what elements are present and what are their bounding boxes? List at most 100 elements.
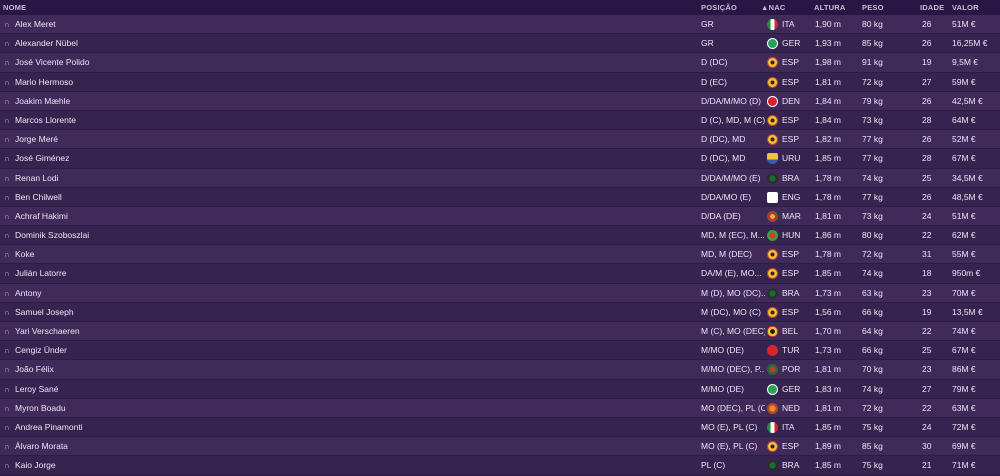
- player-age: 22: [922, 402, 932, 413]
- player-name[interactable]: João Félix: [15, 360, 315, 379]
- nationality-flag-icon: [767, 268, 778, 280]
- player-position: MO (E), PL (C): [701, 441, 758, 452]
- nationality-flag-icon: [767, 134, 778, 146]
- player-value: 16,25M €: [952, 38, 988, 49]
- player-age: 30: [922, 441, 932, 452]
- player-value: 74M €: [952, 326, 976, 336]
- table-row[interactable]: ∩ Koke MD, M (DEC) ESP 1,78 m 72 kg 31 55M €: [0, 245, 1000, 265]
- player-name[interactable]: Mario Hermoso: [15, 73, 315, 92]
- column-header-altura[interactable]: ALTURA: [814, 0, 845, 15]
- player-status-icon: ∩: [4, 20, 10, 29]
- player-value: 51M €: [952, 19, 976, 29]
- player-height: 1,73 m: [815, 345, 841, 356]
- table-row[interactable]: ∩ Alexander Nübel GR GER 1,93 m 85 kg 26 16,25M…: [0, 34, 1000, 54]
- column-header-posicao[interactable]: POSIÇÃO: [701, 0, 737, 15]
- player-name[interactable]: Julián Latorre: [15, 264, 315, 283]
- player-position: M/MO (DE): [701, 345, 744, 356]
- nationality-flag-icon: [767, 210, 778, 222]
- column-header-nac[interactable]: ▲NAC: [761, 0, 785, 15]
- table-row[interactable]: ∩ Joakim Mæhle D/DA/M/MO (D) DEN 1,84 m 79 kg…: [0, 91, 1000, 111]
- player-weight: 73 kg: [862, 114, 883, 125]
- table-row[interactable]: ∩ Myron Boadu MO (DEC), PL (C) NED 1,81 m 72 …: [0, 398, 1000, 418]
- nationality-flag-icon: [767, 326, 778, 337]
- player-name[interactable]: Cengiz Ünder: [15, 341, 315, 360]
- table-row[interactable]: ∩ Julián Latorre DA/M (E), MO... ESP 1,85 m7…: [0, 264, 1000, 284]
- player-name[interactable]: Kaio Jorge: [15, 456, 315, 475]
- column-header-nome[interactable]: NOME: [3, 0, 26, 15]
- nationality-flag-icon: [767, 345, 778, 357]
- nationality-flag-icon: [767, 287, 778, 299]
- player-weight: 85 kg: [862, 38, 883, 49]
- table-row[interactable]: ∩ Yari Verschaeren M (C), MO (DEC) BEL 1,70 …: [0, 322, 1000, 342]
- player-weight: 79 kg: [862, 95, 883, 106]
- table-row[interactable]: ∩ Álvaro Morata MO (E), PL (C) ESP 1,89 m 85 …: [0, 437, 1000, 457]
- column-header-peso[interactable]: PESO: [862, 0, 884, 15]
- column-header-idade[interactable]: IDADE: [920, 0, 944, 15]
- player-name[interactable]: Alexander Nübel: [15, 34, 315, 53]
- table-header: NOME POSIÇÃO ▲NAC ALTURA PESO IDADE VALO…: [0, 0, 1000, 15]
- player-name[interactable]: Yari Verschaeren: [15, 322, 315, 341]
- table-row[interactable]: ∩ Andrea Pinamonti MO (E), PL (C) ITA 1,85 m…: [0, 417, 1000, 438]
- player-name[interactable]: Renan Lodi: [15, 169, 315, 188]
- player-status-icon: ∩: [4, 211, 10, 221]
- player-name[interactable]: José Giménez: [15, 149, 315, 168]
- player-weight: 77 kg: [862, 153, 883, 164]
- player-height: 1,98 m: [815, 57, 841, 68]
- table-row[interactable]: ∩ Cengiz Ünder M/MO (DE) TUR 1,73 m 66 kg 25 67…: [0, 341, 1000, 361]
- table-row[interactable]: ∩ José Giménez D (DC), MD URU 1,85 m 77 kg 28 6…: [0, 149, 1000, 169]
- nationality-flag-icon: [767, 402, 778, 414]
- player-name[interactable]: Marcos Llorente: [15, 111, 315, 130]
- player-status-icon: ∩: [4, 39, 10, 49]
- player-weight: 66 kg: [862, 345, 883, 356]
- player-value: 950m €: [952, 268, 981, 279]
- player-position: M/MO (DEC), P...: [701, 364, 765, 375]
- nationality-flag-icon: [767, 172, 778, 184]
- table-row[interactable]: ∩ Jorge Meré D (DC), MD ESP 1,82 m 77 kg 26 52M…: [0, 130, 1000, 150]
- player-height: 1,78 m: [815, 249, 841, 260]
- table-row[interactable]: ∩ Alex Meret GR ITA 1,90 m 80 kg 26 51M €: [0, 15, 1000, 35]
- column-header-valor[interactable]: VALOR: [952, 0, 979, 15]
- table-row[interactable]: ∩ Achraf Hakimi D/DA (DE) MAR 1,81 m 73 kg 24 5…: [0, 206, 1000, 227]
- table-row[interactable]: ∩ Marcos Llorente D (C), MD, M (C) ESP 1,84 …: [0, 110, 1000, 131]
- player-status-icon: ∩: [4, 58, 10, 68]
- table-row[interactable]: ∩ José Vicente Polido D (DC) ESP 1,98 m 91 kg…: [0, 53, 1000, 73]
- player-name[interactable]: Ben Chilwell: [15, 188, 315, 207]
- player-height: 1,85 m: [815, 153, 841, 164]
- player-position: DA/M (E), MO...: [701, 268, 762, 279]
- player-name[interactable]: Antony: [15, 284, 315, 303]
- table-row[interactable]: ∩ Mario Hermoso D (EC) ESP 1,81 m 72 kg 27 59M …: [0, 72, 1000, 92]
- player-position: D/DA/M/MO (D): [701, 95, 761, 106]
- player-value: 52M €: [952, 134, 976, 145]
- nationality-flag-icon: [767, 364, 778, 376]
- player-weight: 77 kg: [862, 134, 883, 145]
- player-value: 67M €: [952, 345, 976, 356]
- player-name[interactable]: José Vicente Polido: [15, 53, 315, 72]
- player-name[interactable]: Achraf Hakimi: [15, 207, 315, 226]
- player-name[interactable]: Leroy Sané: [15, 380, 315, 399]
- player-name[interactable]: Dominik Szoboszlai: [15, 226, 315, 245]
- player-age: 24: [922, 421, 932, 432]
- nationality-flag-icon: [767, 76, 778, 88]
- player-name[interactable]: Andrea Pinamonti: [15, 418, 315, 437]
- nationality-flag-icon: [767, 230, 778, 242]
- table-row[interactable]: ∩ João Félix M/MO (DEC), P... POR 1,81 m 70 k…: [0, 360, 1000, 380]
- player-name[interactable]: Joakim Mæhle: [15, 92, 315, 111]
- player-name[interactable]: Alex Meret: [15, 15, 315, 34]
- table-row[interactable]: ∩ Dominik Szoboszlai MD, M (EC), M... HUN 1,…: [0, 226, 1000, 246]
- player-height: 1,78 m: [815, 191, 841, 202]
- nationality-flag-icon: [767, 38, 778, 50]
- table-row[interactable]: ∩ Samuel Joseph M (DC), MO (C) ESP 1,56 m 66 …: [0, 302, 1000, 322]
- table-row[interactable]: ∩ Ben Chilwell D/DA/MO (E) ENG 1,78 m 77 kg 26…: [0, 187, 1000, 207]
- player-name[interactable]: Myron Boadu: [15, 399, 315, 418]
- player-weight: 91 kg: [862, 57, 883, 68]
- player-name[interactable]: Koke: [15, 245, 315, 264]
- player-name[interactable]: Samuel Joseph: [15, 303, 315, 322]
- table-row[interactable]: ∩ Renan Lodi D/DA/M/MO (E) BRA 1,78 m 74 kg 25…: [0, 168, 1000, 188]
- player-status-icon: ∩: [4, 307, 10, 317]
- player-name[interactable]: Álvaro Morata: [15, 437, 315, 456]
- player-status-icon: ∩: [4, 231, 10, 241]
- table-row[interactable]: ∩ Leroy Sané M/MO (DE) GER 1,83 m 74 kg 27 79M …: [0, 379, 1000, 399]
- table-row[interactable]: ∩ Kaio Jorge PL (C) BRA 1,85 m 75 kg 21 71M €: [0, 456, 1000, 476]
- table-row[interactable]: ∩ Antony M (D), MO (DC)... BRA 1,73 m 63 kg 23…: [0, 283, 1000, 303]
- player-name[interactable]: Jorge Meré: [15, 130, 315, 149]
